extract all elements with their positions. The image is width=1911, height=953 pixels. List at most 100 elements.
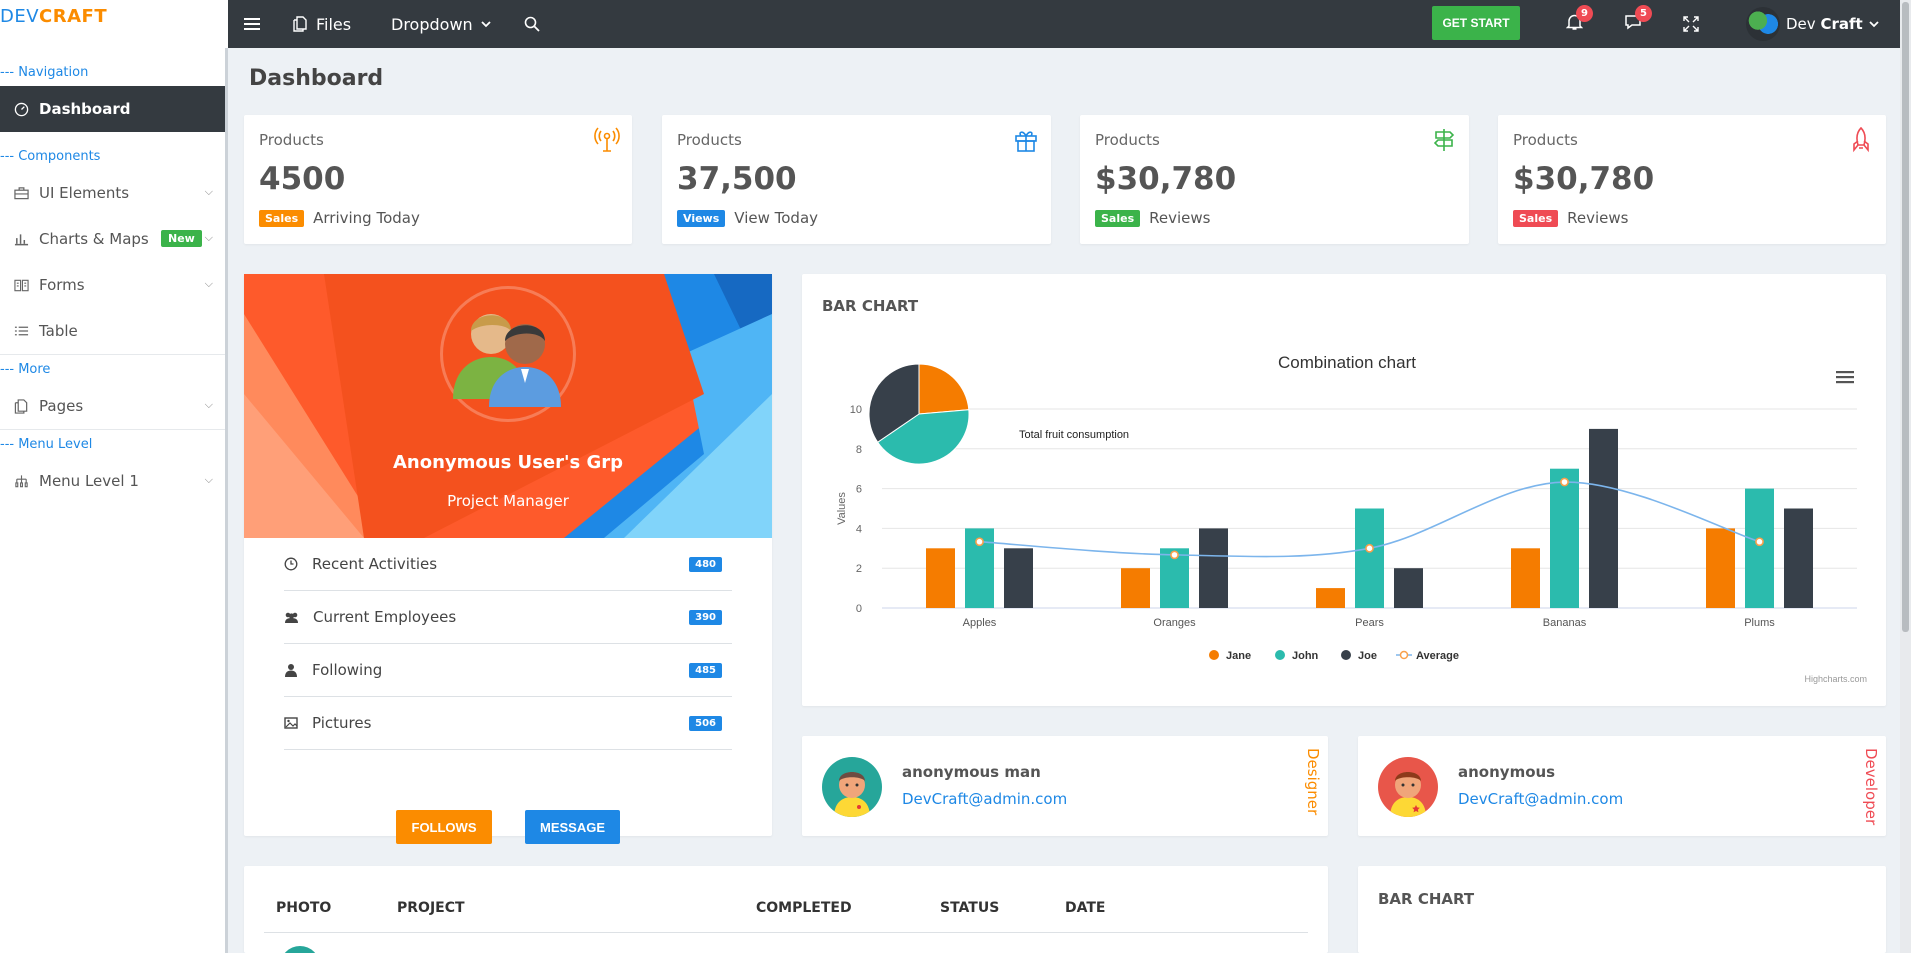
copy-icon <box>14 398 28 414</box>
search-button[interactable] <box>524 0 540 48</box>
sidebar-item-dashboard[interactable]: Dashboard <box>0 86 225 132</box>
x-tick-label: Apples <box>963 617 997 629</box>
average-point <box>1170 550 1179 560</box>
list-item-recent-activities[interactable]: Recent Activities 480 <box>284 538 732 591</box>
stat-tag: Views <box>677 209 726 227</box>
stat-label: Products <box>677 131 742 149</box>
chevron-down-icon: ⌵ <box>204 231 213 244</box>
contact-email-link[interactable]: DevCraft@admin.com <box>902 790 1067 808</box>
list-icon <box>14 326 29 336</box>
sidebar-item-ui-elements[interactable]: UI Elements ⌵ <box>0 170 225 216</box>
follows-button[interactable]: FOLLOWS <box>396 810 492 844</box>
page-scrollbar-thumb[interactable] <box>1902 2 1909 632</box>
group-avatar <box>440 286 576 422</box>
brand-logo[interactable]: DEVCRAFT <box>0 0 228 48</box>
nav-caption-menu-level: --- Menu Level <box>0 437 93 452</box>
stat-value: 37,500 <box>677 161 797 197</box>
legend-marker-joe <box>1341 650 1351 660</box>
stat-card: Products $30,780 Sales Reviews <box>1498 115 1886 244</box>
nav-caption-components: --- Components <box>0 149 101 164</box>
briefcase-icon <box>14 187 29 200</box>
chevron-down-icon <box>481 21 491 28</box>
bar-john <box>1355 508 1384 608</box>
combination-chart: Combination chart 0 2 4 6 8 10 Values Apples Oran… <box>836 353 1867 684</box>
sidebar-toggle-button[interactable] <box>244 0 260 48</box>
sidebar-item-menu-level-1[interactable]: Menu Level 1 ⌵ <box>0 458 225 504</box>
chart-credit: Highcharts.com <box>1804 674 1867 684</box>
profile-role: Project Manager <box>447 492 569 510</box>
stat-footer: Sales Reviews <box>1095 209 1210 227</box>
bar-joe <box>1589 428 1618 608</box>
sidebar-item-table[interactable]: Table <box>0 308 225 354</box>
contact-email-link[interactable]: DevCraft@admin.com <box>1458 790 1623 808</box>
dropdown-menu-button[interactable]: Dropdown <box>391 0 491 48</box>
stat-label: Products <box>259 131 324 149</box>
chevron-down-icon: ⌵ <box>204 277 213 290</box>
y-axis-label: Values <box>836 492 848 525</box>
table-header-divider <box>264 932 1308 933</box>
stat-card: Products 4500 Sales Arriving Today <box>244 115 632 244</box>
sidebar: --- Navigation Dashboard --- Components … <box>0 48 228 953</box>
stat-label: Products <box>1513 131 1578 149</box>
bar-chart-card: BAR CHART Combination chart 0 2 4 6 8 10 Values… <box>802 274 1886 706</box>
rocket-icon <box>1853 127 1869 153</box>
sitemap-icon <box>15 475 28 488</box>
profile-name: Anonymous User's Grp <box>392 452 624 473</box>
bar-chart-icon <box>14 234 29 246</box>
chevron-down-icon: ⌵ <box>204 398 213 411</box>
messages-button[interactable]: 5 <box>1624 0 1652 48</box>
hamburger-icon <box>244 18 260 30</box>
chart-menu-icon[interactable] <box>1836 370 1854 384</box>
bar-jane <box>1121 568 1150 608</box>
user-menu-button[interactable]: Dev Craft <box>1746 0 1879 48</box>
average-point <box>975 537 984 547</box>
new-badge: New <box>161 230 202 247</box>
bar-john <box>1550 468 1579 608</box>
contact-role: Designer <box>1304 748 1322 816</box>
list-item-pictures[interactable]: Pictures 506 <box>284 697 732 750</box>
bar-joe <box>1784 508 1813 608</box>
average-point <box>1755 537 1764 547</box>
legend-marker-john <box>1275 650 1285 660</box>
table-header-completed: COMPLETED <box>756 900 852 916</box>
sidebar-item-charts-maps[interactable]: Charts & Maps New ⌵ <box>0 216 225 262</box>
sidebar-item-label: Pages <box>39 397 84 415</box>
chevron-down-icon: ⌵ <box>204 185 213 198</box>
picture-icon <box>284 717 298 729</box>
notifications-button[interactable]: 9 <box>1565 0 1593 48</box>
messages-count-badge: 5 <box>1635 5 1652 22</box>
average-point <box>1560 477 1569 487</box>
fullscreen-button[interactable] <box>1683 0 1699 48</box>
list-item-label: Recent Activities <box>312 555 438 573</box>
gift-icon <box>1015 131 1037 152</box>
page-title: Dashboard <box>249 66 384 91</box>
contact-card: anonymous DevCraft@admin.com Developer <box>1358 736 1886 836</box>
stat-footer: Views View Today <box>677 209 818 227</box>
table-header-photo: PHOTO <box>276 900 332 916</box>
files-menu-button[interactable]: Files <box>293 0 351 48</box>
table-header-status: STATUS <box>940 900 1000 916</box>
bar-jane <box>1511 548 1540 608</box>
bar-jane <box>926 548 955 608</box>
sidebar-item-forms[interactable]: Forms ⌵ <box>0 262 225 308</box>
chevron-down-icon <box>1869 21 1879 28</box>
bar-joe <box>1394 568 1423 608</box>
notifications-count-badge: 9 <box>1576 5 1593 22</box>
files-label: Files <box>316 14 352 34</box>
message-button[interactable]: MESSAGE <box>525 810 620 844</box>
avatar <box>1378 757 1438 817</box>
list-item-following[interactable]: Following 485 <box>284 644 732 697</box>
count-badge: 480 <box>689 557 722 572</box>
list-item-current-employees[interactable]: Current Employees 390 <box>284 591 732 644</box>
avatar <box>822 757 882 817</box>
list-item-label: Following <box>312 661 383 679</box>
man-avatar-icon <box>1390 772 1426 817</box>
list-item-label: Current Employees <box>313 608 457 626</box>
get-start-button[interactable]: GET START <box>1432 6 1520 40</box>
antenna-icon <box>594 127 620 152</box>
x-tick-label: Oranges <box>1153 617 1196 629</box>
sidebar-item-pages[interactable]: Pages ⌵ <box>0 383 225 429</box>
x-tick-label: Pears <box>1355 617 1384 629</box>
legend-label-jane: Jane <box>1226 650 1251 662</box>
brand-logo-part1: DEV <box>0 6 40 27</box>
